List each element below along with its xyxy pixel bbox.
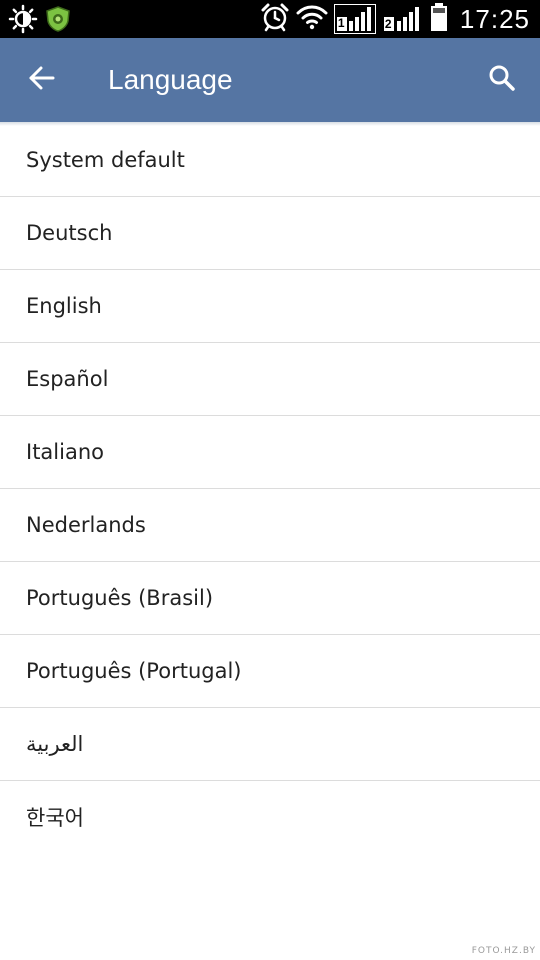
watermark: FOTO.HZ.BY — [471, 946, 536, 956]
search-icon — [488, 64, 516, 96]
signal-sim1-icon: 1 — [333, 4, 376, 34]
list-item-label: Italiano — [26, 440, 104, 464]
list-item-label: System default — [26, 148, 185, 172]
list-item-label: English — [26, 294, 102, 318]
status-time: 17:25 — [459, 3, 530, 34]
list-item-espanol[interactable]: Español — [0, 343, 540, 416]
arrow-back-icon — [28, 64, 56, 96]
page-title: Language — [108, 64, 233, 95]
language-list: System default Deutsch English Español I… — [0, 124, 540, 853]
list-item-deutsch[interactable]: Deutsch — [0, 197, 540, 270]
list-item-system-default[interactable]: System default — [0, 124, 540, 197]
security-shield-icon — [44, 5, 72, 37]
signal-sim2-icon: 2 — [382, 4, 424, 34]
battery-icon — [430, 2, 448, 36]
list-item-label: Deutsch — [26, 221, 113, 245]
list-item-english[interactable]: English — [0, 270, 540, 343]
list-item-label: Português (Portugal) — [26, 659, 242, 683]
list-item-label: Português (Brasil) — [26, 586, 214, 610]
list-item-italiano[interactable]: Italiano — [0, 416, 540, 489]
list-item-label: Nederlands — [26, 513, 146, 537]
list-item-korean[interactable]: 한국어 — [0, 781, 540, 853]
list-item-portugues-brasil[interactable]: Português (Brasil) — [0, 562, 540, 635]
alarm-icon — [260, 2, 290, 36]
sim2-label: 2 — [384, 17, 392, 31]
status-bar: 1 2 17:25 — [0, 0, 540, 38]
brightness-icon — [8, 4, 38, 38]
list-item-portugues-portugal[interactable]: Português (Portugal) — [0, 635, 540, 708]
wifi-icon — [296, 4, 328, 34]
list-item-label: العربية — [26, 732, 84, 756]
list-item-nederlands[interactable]: Nederlands — [0, 489, 540, 562]
list-item-label: 한국어 — [26, 806, 84, 830]
list-item-arabic[interactable]: العربية — [0, 708, 540, 781]
sim1-label: 1 — [337, 16, 345, 30]
list-item-label: Español — [26, 367, 109, 391]
back-button[interactable] — [18, 56, 66, 104]
search-button[interactable] — [478, 56, 526, 104]
app-bar: Language — [0, 38, 540, 122]
